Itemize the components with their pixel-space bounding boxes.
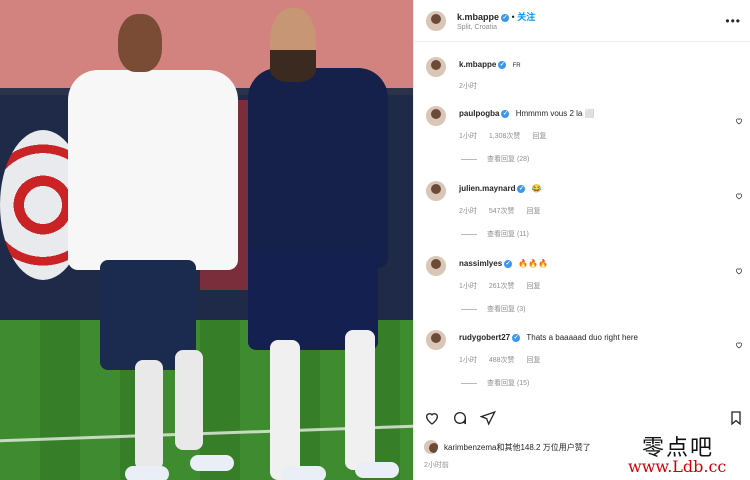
verified-icon: ✓ xyxy=(512,333,521,342)
bookmark-icon[interactable] xyxy=(728,410,744,426)
location-link[interactable]: Split, Croatia xyxy=(457,24,497,31)
heart-icon[interactable] xyxy=(735,187,743,200)
player-right-shoe xyxy=(282,466,326,480)
share-paper-plane-icon[interactable] xyxy=(479,410,496,426)
post-sidebar: k.mbappe ✓ • 关注 Split, Croatia ••• k.mbap… xyxy=(413,0,750,480)
comment-line: rudygobert27 ✓ Thats a baaaaad duo right … xyxy=(459,333,638,342)
verified-icon: ✓ xyxy=(501,13,510,22)
view-replies-button[interactable]: 查看回复 (3) xyxy=(461,304,526,314)
comment-username[interactable]: julien.maynard xyxy=(459,184,515,193)
post-time: 2小时前 xyxy=(424,462,449,469)
comment-time: 2小时 xyxy=(459,208,477,215)
comment-meta: 1小时 488次赞 回复 xyxy=(459,355,551,365)
comment-text: 😂 xyxy=(531,184,542,193)
reply-button[interactable]: 回复 xyxy=(527,357,541,364)
comment-text: 🔥🔥🔥 xyxy=(518,259,549,268)
verified-icon: ✓ xyxy=(501,109,510,118)
player-right-beard xyxy=(270,50,316,82)
caption-time: 2小时 xyxy=(459,83,477,90)
player-left-leg xyxy=(135,360,163,470)
comment-text: Hmmmm vous 2 la ⬜ xyxy=(515,109,595,118)
likes-text[interactable]: karimbenzema和其他148.2 万位用户赞了 xyxy=(444,442,591,453)
view-replies-button[interactable]: 查看回复 (11) xyxy=(461,229,529,239)
avatar[interactable] xyxy=(426,256,446,276)
post-header: k.mbappe ✓ • 关注 Split, Croatia ••• xyxy=(414,0,750,42)
comment-line: julien.maynard ✓ 😂 xyxy=(459,184,542,193)
heart-icon[interactable] xyxy=(735,112,743,125)
watermark-url: www.Ldb.cc xyxy=(628,457,727,476)
verified-icon: ✓ xyxy=(504,259,513,268)
avatar[interactable] xyxy=(424,440,438,454)
comment-meta: 1小时 261次赞 回复 xyxy=(459,281,551,291)
player-right-shirt xyxy=(248,68,388,268)
avatar[interactable] xyxy=(426,57,446,77)
reply-button[interactable]: 回复 xyxy=(527,208,541,215)
post-photo[interactable] xyxy=(0,0,413,480)
comment-time: 1小时 xyxy=(459,283,477,290)
caption-line: k.mbappe ✓ FR xyxy=(459,60,521,69)
comment-meta: 1小时 1,308次赞 回复 xyxy=(459,131,556,141)
comment-username[interactable]: nassimlyes xyxy=(459,259,502,268)
avatar[interactable] xyxy=(426,330,446,350)
player-right-shoe xyxy=(355,462,399,478)
comment-username[interactable]: rudygobert27 xyxy=(459,333,510,342)
avatar[interactable] xyxy=(426,106,446,126)
comment-bubble-icon[interactable] xyxy=(452,410,468,426)
player-left-head xyxy=(118,14,162,72)
view-replies-button[interactable]: 查看回复 (15) xyxy=(461,378,529,388)
comment-likes[interactable]: 488次赞 xyxy=(489,357,515,364)
comment-time: 1小时 xyxy=(459,357,477,364)
verified-icon: ✓ xyxy=(517,184,526,193)
player-left-shirt xyxy=(68,70,238,270)
caption-username[interactable]: k.mbappe xyxy=(459,60,496,69)
avatar[interactable] xyxy=(426,181,446,201)
comment-line: paulpogba ✓ Hmmmm vous 2 la ⬜ xyxy=(459,109,595,118)
player-right-leg xyxy=(345,330,375,470)
comment-meta: 2小时 547次赞 回复 xyxy=(459,206,551,216)
comment-username[interactable]: paulpogba xyxy=(459,109,499,118)
player-left-leg xyxy=(175,350,203,450)
reply-button[interactable]: 回复 xyxy=(532,133,546,140)
verified-icon: ✓ xyxy=(498,60,507,69)
author-name[interactable]: k.mbappe ✓ • 关注 xyxy=(457,10,535,23)
like-heart-icon[interactable] xyxy=(424,410,440,426)
heart-icon[interactable] xyxy=(735,336,743,349)
avatar[interactable] xyxy=(426,11,446,31)
comment-time: 1小时 xyxy=(459,133,477,140)
comment-likes[interactable]: 261次赞 xyxy=(489,283,515,290)
post-actions xyxy=(424,410,744,430)
reply-button[interactable]: 回复 xyxy=(527,283,541,290)
comment-likes[interactable]: 547次赞 xyxy=(489,208,515,215)
heart-icon[interactable] xyxy=(735,262,743,275)
comment-likes[interactable]: 1,308次赞 xyxy=(489,133,521,140)
more-options-icon[interactable]: ••• xyxy=(725,14,741,28)
author-username[interactable]: k.mbappe xyxy=(457,12,499,22)
view-replies-button[interactable]: 查看回复 (28) xyxy=(461,154,529,164)
player-left-shoe xyxy=(190,455,234,471)
player-right-leg xyxy=(270,340,300,480)
caption-text: FR xyxy=(512,63,521,69)
comment-line: nassimlyes ✓ 🔥🔥🔥 xyxy=(459,259,548,268)
player-left-shoe xyxy=(125,466,169,480)
comment-text: Thats a baaaaad duo right here xyxy=(526,333,638,342)
follow-button[interactable]: 关注 xyxy=(517,12,535,22)
